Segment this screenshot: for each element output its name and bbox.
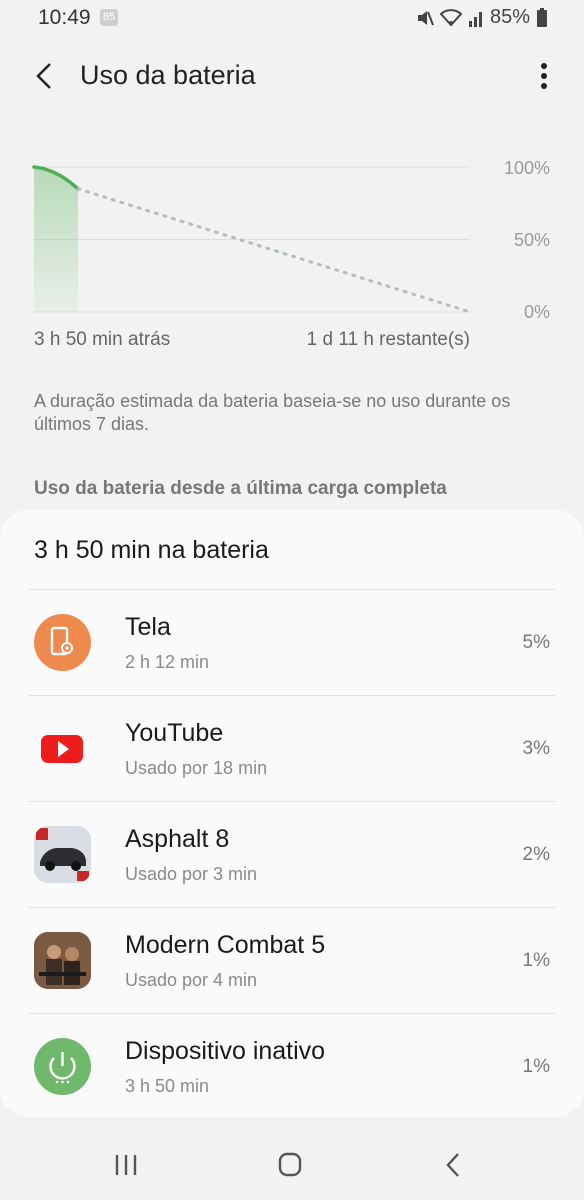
app-percent: 3% xyxy=(522,738,550,759)
notification-badge: 85 xyxy=(100,9,118,26)
app-row-modern-combat-5[interactable]: Modern Combat 5 Usado por 4 min 1% xyxy=(0,908,584,1014)
status-bar: 10:49 85 85% xyxy=(0,0,584,36)
navigation-bar xyxy=(0,1130,584,1200)
nav-back-button[interactable] xyxy=(434,1148,474,1182)
actual-usage-area xyxy=(34,167,78,312)
signal-icon xyxy=(468,9,484,27)
wifi-icon xyxy=(439,8,462,27)
youtube-icon xyxy=(34,720,91,777)
battery-percent: 85% xyxy=(489,6,530,28)
app-usage-detail: Usado por 18 min xyxy=(125,758,268,778)
chart-start-label: 3 h 50 min atrás xyxy=(34,329,171,350)
app-row-dispositivo-inativo[interactable]: Dispositivo inativo 3 h 50 min 1% xyxy=(0,1014,584,1120)
app-name: Asphalt 8 xyxy=(125,825,230,853)
y-tick-0: 0% xyxy=(523,302,550,322)
app-usage-detail: 3 h 50 min xyxy=(125,1076,210,1096)
app-percent: 1% xyxy=(522,1056,550,1077)
status-icons: 85% xyxy=(416,6,548,29)
chart-end-label: 1 d 11 h restante(s) xyxy=(306,329,470,350)
power-idle-icon xyxy=(34,1038,91,1095)
battery-chart: 100% 50% 0% 3 h 50 min atrás 1 d 11 h re… xyxy=(0,140,584,360)
app-row-youtube[interactable]: YouTube Usado por 18 min 3% xyxy=(0,696,584,802)
app-name: Tela xyxy=(125,613,171,641)
y-tick-50: 50% xyxy=(513,230,550,250)
mute-icon xyxy=(416,9,434,27)
app-row-tela[interactable]: Tela 2 h 12 min 5% xyxy=(0,590,584,696)
more-options-button[interactable] xyxy=(532,56,556,96)
app-usage-detail: 2 h 12 min xyxy=(125,652,210,672)
home-button[interactable] xyxy=(270,1148,310,1182)
screen-brightness-icon xyxy=(34,614,91,671)
app-usage-detail: Usado por 4 min xyxy=(125,970,258,990)
usage-card: 3 h 50 min na bateria Tela 2 h 12 min 5%… xyxy=(0,510,584,1117)
app-percent: 2% xyxy=(522,844,550,865)
modern-combat-5-icon xyxy=(34,932,91,989)
usage-card-title: 3 h 50 min na bateria xyxy=(34,536,269,564)
app-name: Modern Combat 5 xyxy=(125,931,326,959)
asphalt-8-icon xyxy=(34,826,91,883)
app-usage-detail: Usado por 3 min xyxy=(125,864,258,884)
back-icon xyxy=(446,1153,459,1177)
page-title: Uso da bateria xyxy=(80,60,256,90)
battery-chart-plot xyxy=(32,165,472,314)
app-percent: 5% xyxy=(522,632,550,653)
projected-usage-line xyxy=(76,187,472,314)
back-button[interactable] xyxy=(28,56,68,96)
status-time: 10:49 xyxy=(38,6,91,29)
estimate-info-text: A duração estimada da bateria baseia-se … xyxy=(34,391,511,434)
more-vert-icon xyxy=(541,63,547,89)
recent-apps-icon xyxy=(115,1155,137,1175)
y-tick-100: 100% xyxy=(503,158,550,178)
app-bar: Uso da bateria xyxy=(0,48,584,104)
section-title: Uso da bateria desde a última carga comp… xyxy=(34,478,447,499)
app-name: YouTube xyxy=(125,719,224,747)
arrow-back-icon xyxy=(36,63,51,89)
app-row-asphalt-8[interactable]: Asphalt 8 Usado por 3 min 2% xyxy=(0,802,584,908)
battery-icon xyxy=(536,7,548,28)
home-icon xyxy=(278,1152,302,1177)
app-percent: 1% xyxy=(522,950,550,971)
recent-apps-button[interactable] xyxy=(106,1148,146,1182)
app-name: Dispositivo inativo xyxy=(125,1037,326,1065)
